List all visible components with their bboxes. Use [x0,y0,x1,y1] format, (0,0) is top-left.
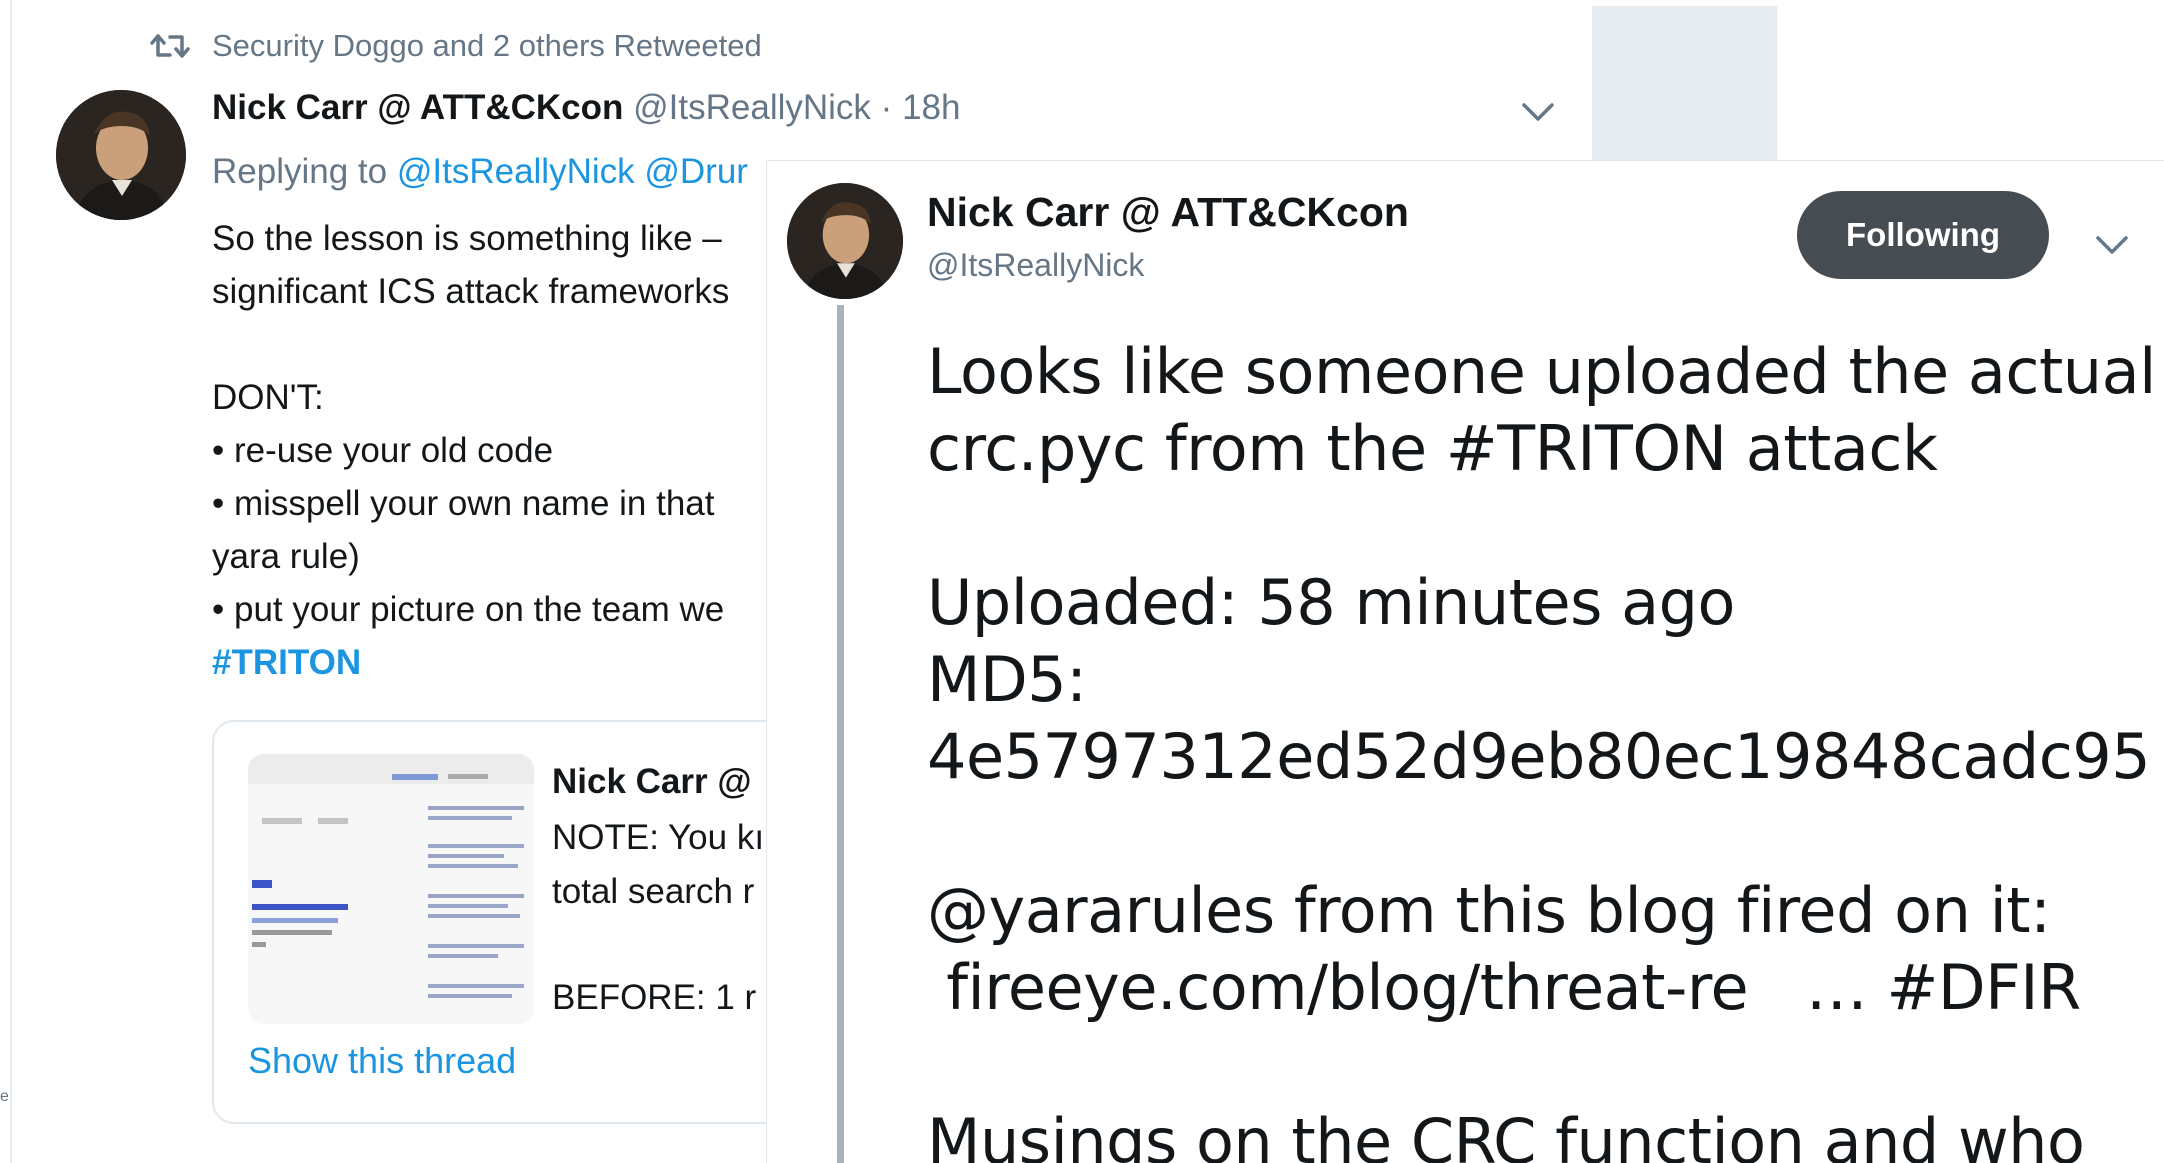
retweet-icon [150,34,190,58]
tweet-detail-popup[interactable]: Nick Carr @ ATT&CKcon @ItsReallyNick Fol… [766,160,2164,1163]
quoted-tweet-thumbnail [248,754,534,1024]
author-handle[interactable]: @ItsReallyNick [633,88,871,127]
popup-tweet-text-line: Musings on the CRC function and who [927,1105,2085,1163]
tweet-text-line: So the lesson is something like – [212,219,722,258]
retweet-context[interactable]: Security Doggo and 2 others Retweeted [150,28,762,64]
tweet-timestamp[interactable]: 18h [902,88,960,127]
tweet-text-line: • misspell your own name in that [212,484,715,523]
avatar[interactable] [56,90,186,220]
popup-author-name[interactable]: Nick Carr @ ATT&CKcon [927,189,1409,236]
following-button[interactable]: Following [1797,191,2049,279]
tweet-text-line: DON'T: [212,378,324,417]
retweet-context-text: Security Doggo and 2 others Retweeted [212,28,762,63]
chevron-down-icon[interactable] [2094,233,2130,257]
quoted-text-line: BEFORE: 1 r [552,978,757,1017]
show-thread-link[interactable]: Show this thread [248,1040,516,1082]
quoted-text-line: total search r [552,872,755,911]
popup-tweet-text-line: 4e5797312ed52d9eb80ec19848cadc95 [927,720,2151,793]
avatar-portrait-icon [56,90,186,220]
quoted-text-line: NOTE: You kı [552,818,765,857]
reply-mention-link[interactable]: @Drur [644,152,748,191]
popup-tweet-text-line: @yararules from this blog fired on it: [927,874,2051,947]
tweet-text-line: • re-use your old code [212,431,554,470]
search-results-image-icon [248,754,534,1024]
thread-connector-line [837,305,844,1163]
replying-to-label: Replying to [212,152,388,191]
avatar-portrait-icon [787,183,903,299]
separator-dot: · [880,88,893,127]
popup-tweet-text-line: Looks like someone uploaded the actual [927,335,2156,408]
quoted-author-name: Nick Carr @ [552,762,752,801]
left-gutter-line [10,0,12,1163]
popup-tweet-text-line: crc.pyc from the #TRITON attack [927,412,1938,485]
author-name[interactable]: Nick Carr @ ATT&CKcon [212,88,623,127]
tweet-header: Nick Carr @ ATT&CKcon @ItsReallyNick · 1… [212,88,960,128]
timeline-side-panel [1592,6,1777,166]
tweet-text-line: • put your picture on the team we [212,590,725,629]
reply-mention-link[interactable]: @ItsReallyNick [397,152,635,191]
screenshot-stage: e Security Doggo and 2 others Retweeted … [0,0,2164,1163]
popup-tweet-text-line: Uploaded: 58 minutes ago [927,566,1735,639]
hashtag-link[interactable]: #TRITON [212,636,361,689]
popup-avatar[interactable] [787,183,903,299]
replying-to: Replying to @ItsReallyNick @Drur [212,152,748,192]
tweet-text-line: yara rule) [212,537,360,576]
popup-tweet-link-line[interactable]: fireeye.com/blog/threat-re … #DFIR [927,949,2081,1026]
popup-author-handle[interactable]: @ItsReallyNick [927,247,1144,284]
tweet-text-line: significant ICS attack frameworks [212,272,730,311]
gutter-letter: e [0,1088,9,1105]
quoted-tweet-card[interactable]: Nick Carr @ NOTE: You kı total search r … [212,720,836,1124]
popup-tweet-text-line: MD5: [927,643,1087,716]
chevron-down-icon[interactable] [1520,100,1556,124]
